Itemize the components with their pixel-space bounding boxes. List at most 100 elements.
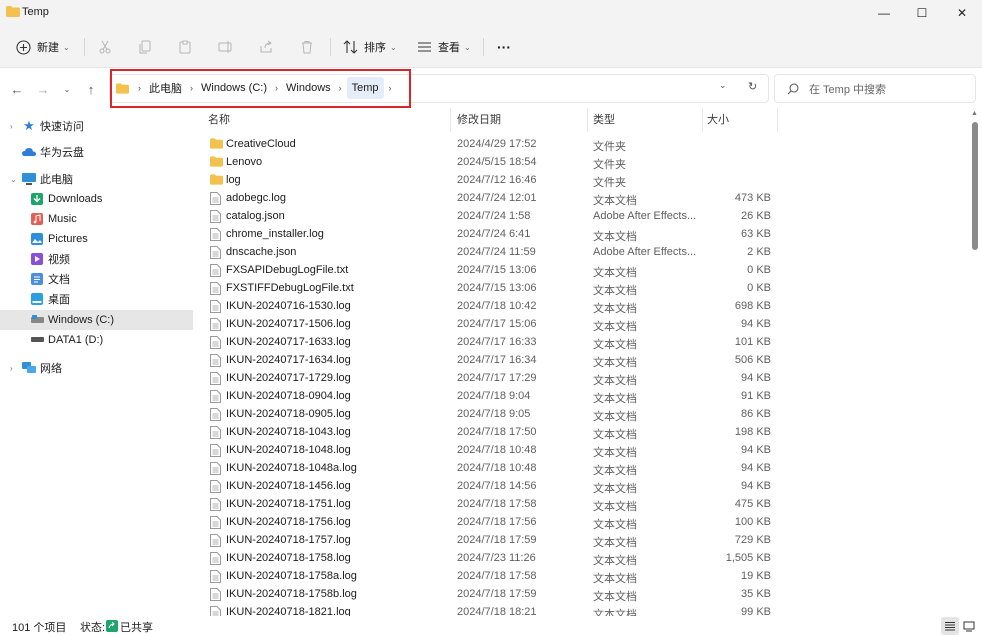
- file-type: 文本文档: [593, 375, 637, 387]
- sidebar-item-this-pc[interactable]: ⌄ 此电脑: [0, 169, 193, 189]
- column-divider[interactable]: [450, 108, 451, 132]
- sidebar-item-documents[interactable]: 文档: [0, 269, 193, 289]
- file-row[interactable]: IKUN-20240717-1506.log 2024/7/17 15:06 文本文…: [204, 316, 964, 334]
- vertical-scrollbar[interactable]: ▲: [968, 108, 982, 616]
- sidebar-item-videos[interactable]: 视频: [0, 249, 193, 269]
- text-file-icon: [210, 606, 223, 616]
- breadcrumb-item-temp[interactable]: Temp: [346, 77, 384, 99]
- column-header-type[interactable]: 类型: [593, 111, 615, 129]
- copy-button[interactable]: [138, 36, 152, 58]
- column-header-size[interactable]: 大小: [707, 111, 729, 129]
- column-divider[interactable]: [587, 108, 588, 132]
- text-file-icon: [210, 498, 223, 511]
- file-row[interactable]: Lenovo 2024/5/15 18:54 文件夹: [204, 154, 964, 172]
- column-divider[interactable]: [777, 108, 778, 132]
- file-name: adobegc.log: [226, 192, 286, 204]
- text-file-icon: [210, 210, 223, 223]
- refresh-icon[interactable]: ↻: [748, 80, 757, 93]
- breadcrumb-item-this-pc[interactable]: 此电脑: [146, 77, 185, 99]
- tiles-view-icon[interactable]: [960, 617, 978, 635]
- file-row[interactable]: IKUN-20240718-1756.log 2024/7/18 17:56 文本文…: [204, 514, 964, 532]
- file-row[interactable]: catalog.json 2024/7/24 1:58 Adobe After Ef…: [204, 208, 964, 226]
- file-row[interactable]: IKUN-20240718-0905.log 2024/7/18 9:05 文本文档…: [204, 406, 964, 424]
- view-button[interactable]: 查看 ⌄: [417, 36, 471, 58]
- file-row[interactable]: IKUN-20240718-1456.log 2024/7/18 14:56 文本文…: [204, 478, 964, 496]
- sidebar-item-music[interactable]: Music: [0, 209, 193, 229]
- more-options-button[interactable]: ···: [497, 36, 511, 58]
- new-button[interactable]: 新建 ⌄: [16, 36, 70, 58]
- chevron-down-icon: ⌄: [390, 42, 397, 52]
- file-name: Lenovo: [226, 156, 263, 168]
- file-size: 94 KB: [741, 462, 771, 474]
- file-name: catalog.json: [226, 210, 285, 222]
- chevron-right-icon[interactable]: ›: [10, 364, 13, 373]
- sidebar-item-network[interactable]: › 网络: [0, 358, 193, 378]
- up-arrow-icon[interactable]: ↑: [81, 79, 101, 99]
- close-button[interactable]: ✕: [940, 0, 982, 26]
- search-input[interactable]: 在 Temp 中搜索: [774, 74, 976, 103]
- address-dropdown-icon[interactable]: ⌄: [719, 80, 727, 91]
- recent-chevron-icon[interactable]: ⌄: [57, 79, 77, 99]
- drive-c-icon: [30, 313, 44, 327]
- sidebar-item-desktop[interactable]: 桌面: [0, 289, 193, 309]
- column-divider[interactable]: [702, 108, 703, 132]
- file-date: 2024/5/15 18:54: [457, 156, 537, 168]
- details-view-icon[interactable]: [941, 617, 959, 635]
- sidebar-item-drive-d[interactable]: DATA1 (D:): [0, 330, 193, 350]
- file-row[interactable]: IKUN-20240718-1758a.log 2024/7/18 17:58 文本…: [204, 568, 964, 586]
- plus-circle-icon: [16, 39, 31, 55]
- delete-button[interactable]: [300, 36, 314, 58]
- file-row[interactable]: chrome_installer.log 2024/7/24 6:41 文本文档 63…: [204, 226, 964, 244]
- file-row[interactable]: IKUN-20240717-1633.log 2024/7/17 16:33 文本文…: [204, 334, 964, 352]
- file-row[interactable]: FXSTIFFDebugLogFile.txt 2024/7/15 13:06 文本…: [204, 280, 964, 298]
- divider: [483, 38, 484, 56]
- breadcrumb-item-drive-c[interactable]: Windows (C:): [198, 77, 270, 99]
- sidebar-item-drive-c[interactable]: Windows (C:): [0, 310, 193, 330]
- chevron-right-icon[interactable]: ›: [10, 122, 13, 131]
- file-row[interactable]: IKUN-20240718-1048a.log 2024/7/18 10:48 文本…: [204, 460, 964, 478]
- file-row[interactable]: IKUN-20240718-1751.log 2024/7/18 17:58 文本文…: [204, 496, 964, 514]
- file-type: 文本文档: [593, 195, 637, 207]
- cut-button[interactable]: [98, 36, 112, 58]
- file-row[interactable]: IKUN-20240718-1758.log 2024/7/23 11:26 文本文…: [204, 550, 964, 568]
- file-type: 文本文档: [593, 411, 637, 423]
- file-row[interactable]: IKUN-20240718-1043.log 2024/7/18 17:50 文本文…: [204, 424, 964, 442]
- sidebar-item-huawei-cloud[interactable]: 华为云盘: [0, 142, 193, 162]
- chevron-down-icon: ⌄: [63, 42, 70, 52]
- file-row[interactable]: IKUN-20240718-1758b.log 2024/7/18 17:59 文本…: [204, 586, 964, 604]
- file-row[interactable]: IKUN-20240718-1048.log 2024/7/18 10:48 文本文…: [204, 442, 964, 460]
- file-row[interactable]: FXSAPIDebugLogFile.txt 2024/7/15 13:06 文本文…: [204, 262, 964, 280]
- file-row[interactable]: IKUN-20240718-1821.log 2024/7/18 18:21 文本文…: [204, 604, 964, 616]
- text-file-icon: [210, 246, 223, 259]
- file-row[interactable]: IKUN-20240718-1757.log 2024/7/18 17:59 文本文…: [204, 532, 964, 550]
- file-row[interactable]: IKUN-20240717-1634.log 2024/7/17 16:34 文本文…: [204, 352, 964, 370]
- file-row[interactable]: IKUN-20240717-1729.log 2024/7/17 17:29 文本文…: [204, 370, 964, 388]
- sidebar-item-pictures[interactable]: Pictures: [0, 229, 193, 249]
- file-row[interactable]: dnscache.json 2024/7/24 11:59 Adobe After …: [204, 244, 964, 262]
- scrollbar-thumb[interactable]: [972, 122, 978, 250]
- file-row[interactable]: log 2024/7/12 16:46 文件夹: [204, 172, 964, 190]
- column-header-name[interactable]: 名称: [208, 111, 230, 129]
- share-button[interactable]: [259, 36, 273, 58]
- forward-arrow-icon[interactable]: →: [33, 79, 53, 99]
- back-arrow-icon[interactable]: ←: [7, 79, 27, 99]
- maximize-button[interactable]: ☐: [900, 0, 944, 26]
- column-header-date[interactable]: 修改日期: [457, 111, 501, 129]
- scroll-up-arrow-icon[interactable]: ▲: [971, 110, 978, 117]
- file-name: IKUN-20240717-1506.log: [226, 318, 351, 330]
- chevron-down-icon[interactable]: ⌄: [10, 175, 17, 184]
- breadcrumb-item-windows[interactable]: Windows: [283, 77, 334, 99]
- shared-text: 已共享: [120, 622, 153, 634]
- sidebar-item-downloads[interactable]: Downloads: [0, 189, 193, 209]
- sidebar-item-quick-access[interactable]: › ★ 快速访问: [0, 116, 193, 136]
- file-row[interactable]: IKUN-20240718-0904.log 2024/7/18 9:04 文本文档…: [204, 388, 964, 406]
- file-row[interactable]: CreativeCloud 2024/4/29 17:52 文件夹: [204, 136, 964, 154]
- sort-button[interactable]: 排序 ⌄: [343, 36, 397, 58]
- computer-icon: [22, 172, 36, 186]
- file-type: 文本文档: [593, 285, 637, 297]
- paste-button[interactable]: [178, 36, 192, 58]
- file-date: 2024/7/18 10:48: [457, 444, 537, 456]
- file-row[interactable]: adobegc.log 2024/7/24 12:01 文本文档 473 KB: [204, 190, 964, 208]
- file-row[interactable]: IKUN-20240716-1530.log 2024/7/18 10:42 文本文…: [204, 298, 964, 316]
- rename-button[interactable]: [218, 36, 234, 58]
